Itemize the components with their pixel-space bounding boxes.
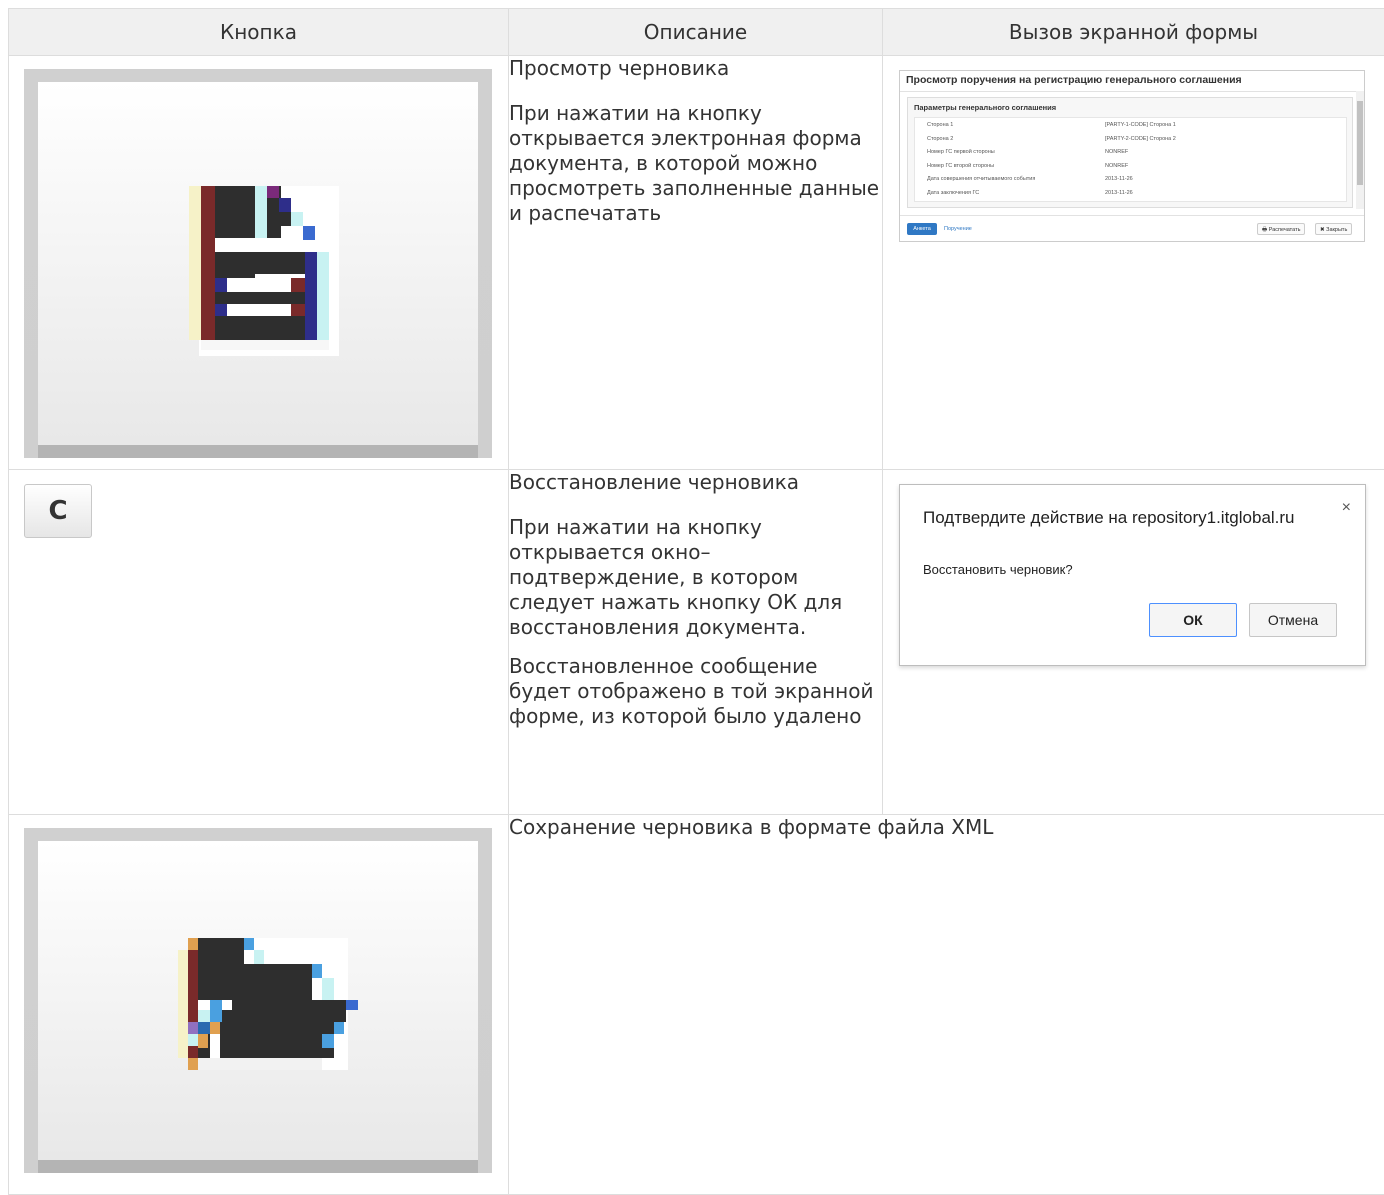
- table-header-row: Кнопка Описание Вызов экранной формы: [9, 9, 1384, 56]
- view-draft-icon: [181, 186, 341, 366]
- list-item: Номер ГС второй стороны NONREF: [915, 160, 1346, 173]
- description-cell: Восстановление черновика При нажатии на …: [509, 470, 883, 815]
- list-item: Сторона 1 [PARTY-1-CODE] Сторона 1: [915, 119, 1346, 132]
- save-xml-button[interactable]: [24, 828, 492, 1173]
- list-item: Дата совершения отчитываемого события 20…: [915, 173, 1346, 186]
- field-list: Сторона 1 [PARTY-1-CODE] Сторона 1 Сторо…: [914, 117, 1347, 202]
- list-item: Номер ГС первой стороны NONREF: [915, 146, 1346, 159]
- view-draft-button[interactable]: [24, 69, 492, 458]
- print-button[interactable]: 🖶 Распечатать: [1257, 223, 1305, 235]
- close-button[interactable]: ✖ Закрыть: [1315, 223, 1352, 235]
- header-form-call: Вызов экранной формы: [883, 9, 1384, 56]
- button-cell: C: [9, 470, 509, 815]
- header-description: Описание: [509, 9, 883, 56]
- row-description: При нажатии на кнопку открывается окно–п…: [509, 515, 882, 640]
- form-preview-panel: Параметры генерального соглашения Сторон…: [907, 97, 1353, 208]
- table-row: Просмотр черновика При нажатии на кнопку…: [9, 56, 1384, 470]
- save-xml-icon: [174, 938, 364, 1078]
- row-description-extra: Восстановленное сообщение будет отображе…: [509, 654, 882, 729]
- button-cell: [9, 56, 509, 470]
- reload-icon: C: [48, 499, 67, 524]
- row-title: Просмотр черновика: [509, 56, 882, 81]
- row-title: Сохранение черновика в формате файла XML: [509, 815, 1384, 840]
- confirm-dialog-screenshot: Подтвердите действие на repository1.itgl…: [899, 484, 1366, 666]
- cancel-button[interactable]: Отмена: [1249, 603, 1337, 637]
- tab-anketa[interactable]: Анкета: [907, 223, 937, 235]
- form-cell: Просмотр поручения на регистрацию генера…: [883, 56, 1384, 470]
- restore-draft-button[interactable]: C: [24, 484, 92, 538]
- scrollbar[interactable]: [1356, 91, 1364, 209]
- ok-button[interactable]: ОК: [1149, 603, 1237, 637]
- row-description: При нажатии на кнопку открывается электр…: [509, 101, 882, 226]
- panel-title: Параметры генерального соглашения: [914, 103, 1056, 113]
- close-icon[interactable]: ×: [1342, 495, 1351, 520]
- form-preview-title: Просмотр поручения на регистрацию генера…: [906, 73, 1242, 87]
- header-button: Кнопка: [9, 9, 509, 56]
- form-preview-screenshot: Просмотр поручения на регистрацию генера…: [899, 70, 1365, 242]
- list-item: Сторона 2 [PARTY-2-CODE] Сторона 2: [915, 133, 1346, 146]
- table-row: C Восстановление черновика При нажатии н…: [9, 470, 1384, 815]
- dialog-title: Подтвердите действие на repository1.itgl…: [923, 505, 1295, 530]
- list-item: Дата заключения ГС 2013-11-26: [915, 187, 1346, 200]
- button-cell: [9, 815, 509, 1195]
- tab-poruchenie[interactable]: Поручение: [944, 223, 972, 235]
- table-row: Сохранение черновика в формате файла XML: [9, 815, 1384, 1195]
- row-title: Восстановление черновика: [509, 470, 882, 495]
- form-cell: Подтвердите действие на repository1.itgl…: [883, 470, 1384, 815]
- description-cell: Сохранение черновика в формате файла XML: [509, 815, 1384, 1195]
- description-cell: Просмотр черновика При нажатии на кнопку…: [509, 56, 883, 470]
- dialog-message: Восстановить черновик?: [923, 557, 1073, 582]
- buttons-table: Кнопка Описание Вызов экранной формы: [8, 8, 1384, 1195]
